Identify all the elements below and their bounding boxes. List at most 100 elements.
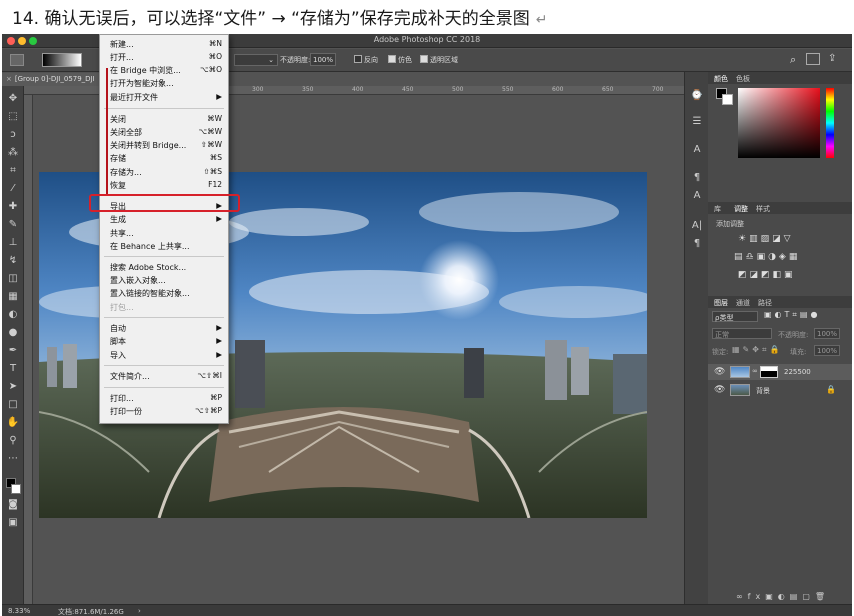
paragraph-styles-icon[interactable]: ¶ [690, 238, 704, 252]
healing-brush-tool-icon[interactable]: ✚ [5, 200, 21, 214]
menu-item-label: 导入 [110, 351, 126, 360]
layer-mask-thumbnail[interactable] [760, 366, 778, 378]
layer-footer-icons[interactable]: ∞fx▣◐▤▢🗑 [736, 592, 830, 601]
layer-row[interactable]: 👁 背景 🔒 [708, 382, 852, 398]
tab-channels[interactable]: 通道 [736, 298, 750, 308]
menu-item[interactable]: 关闭全部 ⌥⌘W [110, 127, 222, 139]
blur-tool-icon[interactable]: ◐ [5, 308, 21, 322]
tab-styles[interactable]: 样式 [756, 204, 770, 214]
brush-tool-icon[interactable]: ✎ [5, 218, 21, 232]
quick-mask-icon[interactable]: ◙ [5, 498, 21, 512]
menu-item[interactable]: 存储 ⌘S [110, 153, 222, 165]
tab-paths[interactable]: 路径 [758, 298, 772, 308]
search-icon[interactable]: ⌕ [790, 53, 796, 67]
menu-item[interactable]: 置入链接的智能对象... [110, 288, 222, 300]
transparency-checkbox[interactable] [420, 55, 428, 63]
menu-item[interactable]: 文件简介... ⌥⇧⌘I [110, 371, 222, 383]
lock-icons[interactable]: ▦✎✥⌗🔒 [732, 345, 782, 355]
menu-item[interactable]: 在 Bridge 中浏览... ⌥⌘O [110, 65, 222, 77]
move-tool-icon[interactable]: ✥ [5, 92, 21, 106]
dodge-tool-icon[interactable]: ● [5, 326, 21, 340]
lasso-tool-icon[interactable]: ↄ [5, 128, 21, 142]
menu-item[interactable]: 打开... ⌘O [110, 52, 222, 64]
history-brush-tool-icon[interactable]: ↯ [5, 254, 21, 268]
background-color-swatch[interactable] [11, 484, 21, 494]
rectangle-tool-icon[interactable]: □ [5, 398, 21, 412]
status-menu-arrow-icon[interactable]: › [138, 607, 141, 615]
tool-preset-icon[interactable] [10, 54, 24, 66]
hand-tool-icon[interactable]: ✋ [5, 416, 21, 430]
eraser-tool-icon[interactable]: ◫ [5, 272, 21, 286]
menu-item[interactable]: 脚本 ▶ [110, 336, 222, 348]
layer-filter-icons[interactable]: ▣◐T⌗▤● [764, 310, 820, 320]
glyphs-panel-icon[interactable]: A| [690, 220, 704, 234]
visibility-eye-icon[interactable]: 👁 [714, 367, 725, 377]
blend-mode-select[interactable]: 正常 [712, 328, 772, 339]
history-panel-icon[interactable]: ⌚ [690, 90, 704, 104]
menu-item[interactable]: 自动 ▶ [110, 323, 222, 335]
color-picker-field[interactable] [738, 88, 820, 158]
magic-wand-tool-icon[interactable]: ⁂ [5, 146, 21, 160]
tab-color[interactable]: 颜色 [714, 74, 728, 84]
fill-input[interactable]: 100% [814, 345, 840, 356]
menu-item[interactable]: 在 Behance 上共享... [110, 241, 222, 253]
menu-item[interactable]: 导入 ▶ [110, 350, 222, 362]
tab-libraries[interactable]: 库 [714, 204, 721, 214]
menu-item[interactable]: 关闭并转到 Bridge... ⇧⌘W [110, 140, 222, 152]
paragraph-panel-icon[interactable]: ¶ [690, 172, 704, 186]
share-icon[interactable]: ⇪ [828, 53, 836, 64]
marquee-tool-icon[interactable]: ⬚ [5, 110, 21, 124]
screen-mode-icon[interactable]: ▣ [5, 516, 21, 530]
visibility-eye-icon[interactable]: 👁 [714, 385, 725, 395]
tab-layers[interactable]: 图层 [714, 298, 728, 308]
menu-item[interactable]: 恢复 F12 [110, 180, 222, 192]
type-tool-icon[interactable]: T [5, 362, 21, 376]
menu-item[interactable]: 新建... ⌘N [110, 39, 222, 51]
menu-item[interactable]: 存储为... ⇧⌘S [110, 167, 222, 179]
menu-item[interactable]: 搜索 Adobe Stock... [110, 262, 222, 274]
menu-item[interactable]: 打印一份 ⌥⇧⌘P [110, 406, 222, 418]
layer-row[interactable]: 👁 ∞ 225500 [708, 364, 852, 380]
menu-item[interactable]: 置入嵌入对象... [110, 275, 222, 287]
eyedropper-tool-icon[interactable]: ⁄ [5, 182, 21, 196]
hue-slider[interactable] [826, 88, 834, 158]
opacity-input[interactable]: 100% [310, 53, 336, 66]
zoom-level[interactable]: 8.33% [8, 607, 30, 615]
workspace-icon[interactable] [806, 53, 820, 65]
more-tools-icon[interactable]: ⋯ [5, 452, 21, 466]
menu-item[interactable]: 生成 ▶ [110, 214, 222, 226]
menu-item[interactable]: 打开为智能对象... [110, 78, 222, 90]
path-selection-tool-icon[interactable]: ➤ [5, 380, 21, 394]
zoom-tool-icon[interactable]: ⚲ [5, 434, 21, 448]
gradient-tool-icon[interactable]: ▦ [5, 290, 21, 304]
document-tab[interactable]: × [Group 0]-DJI_0579_DJI [2, 73, 100, 86]
stamp-tool-icon[interactable]: ⊥ [5, 236, 21, 250]
screenshot-root: { "caption": {"text": "14. 确认无误后，可以选择“文件… [0, 0, 854, 616]
properties-panel-icon[interactable]: ☰ [690, 116, 704, 130]
menu-item-label: 关闭并转到 Bridge... [110, 141, 187, 150]
character-styles-icon[interactable]: A [690, 190, 704, 204]
close-tab-icon[interactable]: × [6, 75, 12, 83]
menu-item[interactable]: 共享... [110, 228, 222, 240]
panel-background-swatch[interactable] [722, 94, 733, 105]
reverse-checkbox[interactable] [354, 55, 362, 63]
menu-item-label: 文件简介... [110, 372, 150, 381]
menu-item[interactable]: 关闭 ⌘W [110, 114, 222, 126]
adjustment-icons-row-1[interactable]: ☀▥▨◪▽ [738, 234, 794, 244]
pen-tool-icon[interactable]: ✒ [5, 344, 21, 358]
gradient-preview[interactable] [42, 53, 82, 67]
adjustment-icons-row-2[interactable]: ▤♎▣◑◈▦ [734, 252, 800, 262]
dither-checkbox[interactable] [388, 55, 396, 63]
character-panel-icon[interactable]: A [690, 144, 704, 158]
adjustment-icons-row-3[interactable]: ◩◪◩◧▣ [738, 270, 796, 280]
menu-item[interactable]: 最近打开文件 ▶ [110, 92, 222, 104]
menu-item-label: 共享... [110, 229, 134, 238]
mode-select[interactable]: ⌄ [234, 54, 278, 66]
layer-opacity-input[interactable]: 100% [814, 328, 840, 339]
tab-adjustments[interactable]: 调整 [734, 204, 748, 214]
menu-item[interactable]: 打印... ⌘P [110, 393, 222, 405]
tab-swatches[interactable]: 色板 [736, 74, 750, 84]
crop-tool-icon[interactable]: ⌗ [5, 164, 21, 178]
layer-kind-filter[interactable]: ρ类型 [712, 311, 758, 322]
layers-panel-tabbar: 图层 通道 路径 [708, 296, 852, 308]
